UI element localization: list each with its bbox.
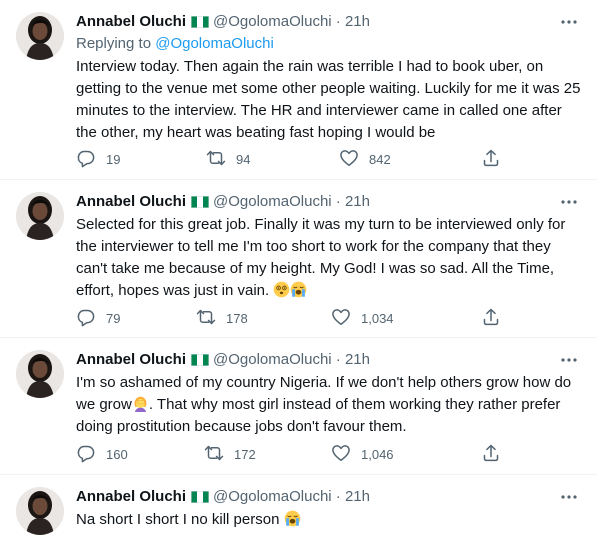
face-with-spiral-eyes-icon xyxy=(273,281,290,298)
reply-icon xyxy=(76,148,96,168)
tweet-timestamp[interactable]: 21h xyxy=(345,193,370,210)
like-count: 1,046 xyxy=(361,447,394,462)
like-count: 842 xyxy=(369,152,391,167)
tweet[interactable]: Annabel Oluchi @OgolomaOluchi · 21h Reply… xyxy=(0,0,597,179)
tweet-text-part-2: . That why most girl instead of them wor… xyxy=(76,396,561,435)
more-icon[interactable] xyxy=(559,192,579,212)
tweet-actions: 79 178 1,034 xyxy=(76,307,546,327)
share-button[interactable] xyxy=(481,443,511,463)
tweet-header: Annabel Oluchi @OgolomaOluchi · 21h xyxy=(76,487,370,507)
reply-count: 79 xyxy=(106,311,121,326)
loudly-crying-face-icon xyxy=(284,510,301,527)
tweet-text: Interview today. Then again the rain was… xyxy=(76,58,581,141)
author-handle[interactable]: @OgolomaOluchi xyxy=(213,488,332,505)
reply-button[interactable]: 160 xyxy=(76,443,128,463)
replying-to: Replying to @OgolomaOluchi xyxy=(76,34,274,54)
tweet-header: Annabel Oluchi @OgolomaOluchi · 21h xyxy=(76,192,370,212)
author-handle[interactable]: @OgolomaOluchi xyxy=(213,193,332,210)
tweet-text-block: Selected for this great job. Finally it … xyxy=(76,214,581,302)
tweet-actions: 19 94 842 xyxy=(76,148,546,168)
woman-facepalming-icon xyxy=(132,395,149,412)
loudly-crying-face-icon xyxy=(290,281,307,298)
author-handle[interactable]: @OgolomaOluchi xyxy=(213,351,332,368)
retweet-count: 94 xyxy=(236,152,251,167)
retweet-icon xyxy=(204,443,224,463)
nigeria-flag-icon xyxy=(191,16,209,28)
avatar[interactable] xyxy=(16,487,64,535)
replying-to-link[interactable]: @OgolomaOluchi xyxy=(155,35,274,52)
share-icon xyxy=(481,443,501,463)
more-icon[interactable] xyxy=(559,487,579,507)
like-count: 1,034 xyxy=(361,311,394,326)
reply-icon xyxy=(76,307,96,327)
heart-icon xyxy=(339,148,359,168)
retweet-count: 172 xyxy=(234,447,256,462)
nigeria-flag-icon xyxy=(191,354,209,366)
nigeria-flag-icon xyxy=(191,491,209,503)
tweet-text-block: I'm so ashamed of my country Nigeria. If… xyxy=(76,372,581,438)
tweet-timestamp[interactable]: 21h xyxy=(345,351,370,368)
retweet-button[interactable]: 178 xyxy=(196,307,248,327)
heart-icon xyxy=(331,443,351,463)
reply-count: 160 xyxy=(106,447,128,462)
author-handle[interactable]: @OgolomaOluchi xyxy=(213,13,332,30)
separator-dot: · xyxy=(335,351,341,368)
tweet-timestamp[interactable]: 21h xyxy=(345,13,370,30)
retweet-icon xyxy=(196,307,216,327)
reply-icon xyxy=(76,443,96,463)
tweet-text-block: Na short I short I no kill person xyxy=(76,509,581,531)
retweet-count: 178 xyxy=(226,311,248,326)
author-name[interactable]: Annabel Oluchi xyxy=(76,488,186,505)
more-icon[interactable] xyxy=(559,12,579,32)
author-name[interactable]: Annabel Oluchi xyxy=(76,193,186,210)
share-icon xyxy=(481,307,501,327)
separator-dot: · xyxy=(335,488,341,505)
avatar[interactable] xyxy=(16,12,64,60)
tweet-header: Annabel Oluchi @OgolomaOluchi · 21h xyxy=(76,350,370,370)
like-button[interactable]: 842 xyxy=(339,148,391,168)
heart-icon xyxy=(331,307,351,327)
nigeria-flag-icon xyxy=(191,196,209,208)
replying-prefix: Replying to xyxy=(76,35,152,52)
tweet[interactable]: Annabel Oluchi @OgolomaOluchi · 21h Na sh… xyxy=(0,475,597,540)
share-icon xyxy=(481,148,501,168)
tweet-header: Annabel Oluchi @OgolomaOluchi · 21h xyxy=(76,12,370,32)
author-name[interactable]: Annabel Oluchi xyxy=(76,13,186,30)
separator-dot: · xyxy=(335,193,341,210)
reply-count: 19 xyxy=(106,152,121,167)
share-button[interactable] xyxy=(481,307,511,327)
tweet[interactable]: Annabel Oluchi @OgolomaOluchi · 21h I'm s… xyxy=(0,338,597,474)
retweet-button[interactable]: 172 xyxy=(204,443,256,463)
tweet[interactable]: Annabel Oluchi @OgolomaOluchi · 21h Selec… xyxy=(0,180,597,337)
avatar[interactable] xyxy=(16,192,64,240)
author-name[interactable]: Annabel Oluchi xyxy=(76,351,186,368)
more-icon[interactable] xyxy=(559,350,579,370)
separator-dot: · xyxy=(335,13,341,30)
reply-button[interactable]: 19 xyxy=(76,148,120,168)
like-button[interactable]: 1,046 xyxy=(331,443,394,463)
retweet-button[interactable]: 94 xyxy=(206,148,250,168)
like-button[interactable]: 1,034 xyxy=(331,307,394,327)
tweet-actions: 160 172 1,046 xyxy=(76,443,546,463)
share-button[interactable] xyxy=(481,148,511,168)
reply-button[interactable]: 79 xyxy=(76,307,120,327)
retweet-icon xyxy=(206,148,226,168)
tweet-timestamp[interactable]: 21h xyxy=(345,488,370,505)
tweet-text: Selected for this great job. Finally it … xyxy=(76,216,566,299)
tweet-text: Na short I short I no kill person xyxy=(76,511,280,528)
avatar[interactable] xyxy=(16,350,64,398)
